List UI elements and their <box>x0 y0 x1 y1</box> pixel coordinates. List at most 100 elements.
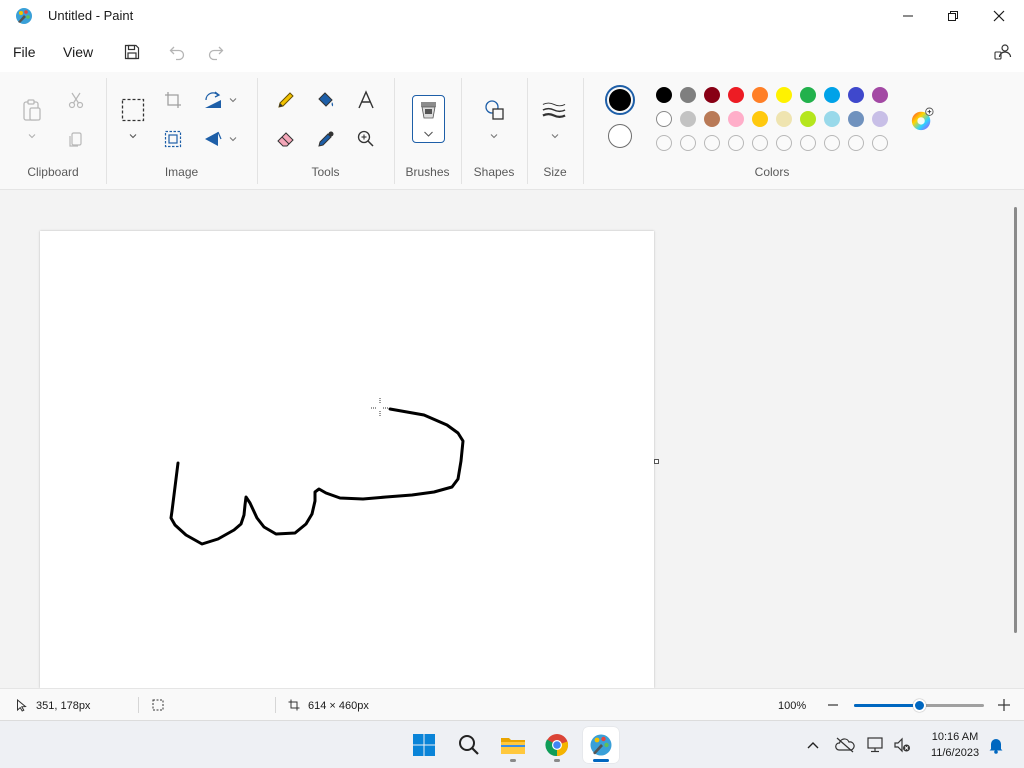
select-chevron-down-icon[interactable] <box>128 131 138 141</box>
zoom-in-icon[interactable] <box>997 698 1011 712</box>
running-indicator <box>554 759 560 762</box>
zoom-slider[interactable] <box>854 699 984 712</box>
size-chevron-down-icon[interactable] <box>550 131 560 141</box>
save-button[interactable] <box>121 41 143 63</box>
custom-color-slot[interactable] <box>680 135 696 151</box>
palette-swatch[interactable] <box>824 111 840 127</box>
cursor-position: 351, 178px <box>36 700 91 712</box>
palette-swatch[interactable] <box>704 87 720 103</box>
menu-bar: File View <box>0 32 1024 72</box>
magnifier-tool[interactable] <box>354 127 378 151</box>
resize-button[interactable] <box>161 127 185 151</box>
network-button[interactable] <box>866 735 886 755</box>
select-button[interactable] <box>121 98 145 122</box>
undo-button[interactable] <box>166 41 188 63</box>
shapes-button[interactable] <box>483 98 507 122</box>
shapes-chevron-down-icon[interactable] <box>489 131 499 141</box>
palette-swatch[interactable] <box>728 111 744 127</box>
palette-swatch[interactable] <box>680 111 696 127</box>
palette-swatch[interactable] <box>656 87 672 103</box>
custom-color-slot[interactable] <box>848 135 864 151</box>
palette-swatch[interactable] <box>872 87 888 103</box>
account-button[interactable] <box>992 41 1014 63</box>
shapes-icon <box>485 100 504 120</box>
file-menu[interactable]: File <box>13 44 36 60</box>
cut-button[interactable] <box>64 88 88 112</box>
custom-color-slot[interactable] <box>776 135 792 151</box>
clock[interactable]: 10:16 AM 11/6/2023 <box>918 729 992 761</box>
crop-button[interactable] <box>161 88 185 112</box>
custom-color-slot[interactable] <box>824 135 840 151</box>
palette-swatch[interactable] <box>848 111 864 127</box>
palette-swatch[interactable] <box>776 87 792 103</box>
text-tool[interactable] <box>354 88 378 112</box>
search-button[interactable] <box>451 727 487 763</box>
restore-button[interactable] <box>930 0 976 32</box>
custom-color-slot[interactable] <box>656 135 672 151</box>
zoom-slider-thumb[interactable] <box>912 699 926 712</box>
secondary-color-swatch[interactable] <box>608 124 632 148</box>
palette-swatch[interactable] <box>656 111 672 127</box>
zoom-out-icon[interactable] <box>827 698 839 712</box>
flip-button[interactable] <box>201 127 225 151</box>
start-button[interactable] <box>406 727 442 763</box>
palette-swatch[interactable] <box>752 87 768 103</box>
minimize-button[interactable] <box>885 0 931 32</box>
view-menu[interactable]: View <box>63 44 93 60</box>
chrome-button[interactable] <box>539 727 575 763</box>
canvas-size: 614 × 460px <box>308 700 369 712</box>
eraser-tool[interactable] <box>274 127 298 151</box>
rotate-chevron-down-icon[interactable] <box>228 95 238 105</box>
custom-color-slot[interactable] <box>752 135 768 151</box>
edit-colors-button[interactable] <box>910 107 934 132</box>
show-hidden-icons-button[interactable] <box>803 735 823 755</box>
size-button[interactable] <box>542 98 566 122</box>
rotate-button[interactable] <box>201 88 225 112</box>
fill-tool[interactable] <box>314 88 338 112</box>
palette-swatch[interactable] <box>752 111 768 127</box>
palette-swatch[interactable] <box>848 87 864 103</box>
paste-button[interactable] <box>20 98 44 122</box>
vertical-scrollbar[interactable] <box>1014 207 1017 633</box>
canvas-resize-handle[interactable] <box>654 459 659 464</box>
palette-swatch[interactable] <box>872 111 888 127</box>
primary-color-swatch <box>609 89 631 111</box>
paste-chevron-down-icon[interactable] <box>27 131 37 141</box>
onedrive-button[interactable] <box>835 735 855 755</box>
title-bar: Untitled - Paint <box>0 0 1024 32</box>
palette-swatch[interactable] <box>776 111 792 127</box>
close-button[interactable] <box>976 0 1022 32</box>
pointer-icon <box>17 699 27 712</box>
color-picker-tool[interactable] <box>314 127 338 151</box>
crosshair-cursor-icon <box>371 398 389 417</box>
zoom-level[interactable]: 100% <box>778 700 806 712</box>
pencil-tool[interactable] <box>274 88 298 112</box>
palette-swatch[interactable] <box>800 111 816 127</box>
brushes-button[interactable] <box>412 95 445 143</box>
custom-color-slot[interactable] <box>800 135 816 151</box>
palette-swatch[interactable] <box>728 87 744 103</box>
notifications-button[interactable] <box>986 735 1006 755</box>
copy-button[interactable] <box>64 127 88 151</box>
status-divider <box>275 697 276 713</box>
flip-icon <box>205 131 222 146</box>
tools-group-label: Tools <box>311 165 340 179</box>
undo-icon <box>169 46 185 61</box>
primary-color-button[interactable] <box>605 85 635 115</box>
palette-swatch[interactable] <box>680 87 696 103</box>
paste-icon <box>23 99 41 121</box>
custom-color-slot[interactable] <box>872 135 888 151</box>
custom-color-slot[interactable] <box>704 135 720 151</box>
paint-bucket-icon <box>318 92 334 107</box>
paint-taskbar-button[interactable] <box>583 727 619 763</box>
file-explorer-button[interactable] <box>495 727 531 763</box>
palette-swatch[interactable] <box>800 87 816 103</box>
custom-color-slot[interactable] <box>728 135 744 151</box>
clock-time: 10:16 AM <box>931 731 979 743</box>
drawing-canvas[interactable] <box>40 231 654 688</box>
palette-swatch[interactable] <box>824 87 840 103</box>
redo-button[interactable] <box>205 41 227 63</box>
volume-button[interactable] <box>892 735 912 755</box>
palette-swatch[interactable] <box>704 111 720 127</box>
flip-chevron-down-icon[interactable] <box>228 134 238 144</box>
